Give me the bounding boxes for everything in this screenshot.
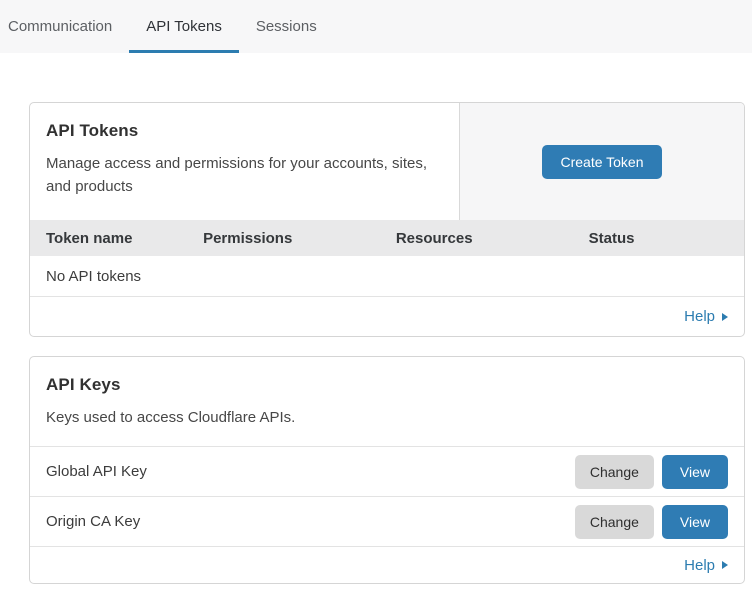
api-tokens-card-actions: Create Token [459,103,744,220]
api-key-label: Origin CA Key [46,513,575,530]
help-link-label: Help [684,557,715,574]
create-token-button[interactable]: Create Token [542,145,661,179]
view-button-origin-ca-key[interactable]: View [662,505,728,539]
tab-label: Communication [8,18,112,35]
tab-api-tokens[interactable]: API Tokens [129,0,239,53]
api-key-row-origin-ca: Origin CA Key Change View [30,497,744,547]
api-keys-card-title: API Keys [46,375,728,395]
view-button-global-api-key[interactable]: View [662,455,728,489]
page-content: API Tokens Manage access and permissions… [0,53,752,584]
column-header-status: Status [573,220,744,256]
api-tokens-help-link[interactable]: Help [684,308,728,325]
api-tokens-card-description: Manage access and permissions for your a… [46,152,443,198]
active-tab-underline [129,50,239,53]
api-keys-card-description: Keys used to access Cloudflare APIs. [46,406,451,429]
column-header-permissions: Permissions [187,220,380,256]
change-button-origin-ca-key[interactable]: Change [575,505,654,539]
help-arrow-icon [722,313,728,321]
api-key-row-global: Global API Key Change View [30,447,744,497]
api-key-actions: Change View [575,505,728,539]
api-keys-card-footer: Help [30,547,744,583]
api-keys-help-link[interactable]: Help [684,557,728,574]
tab-label: API Tokens [146,18,222,35]
api-tokens-card: API Tokens Manage access and permissions… [29,102,745,337]
api-tokens-empty-row: No API tokens [30,256,744,297]
api-keys-card-header: API Keys Keys used to access Cloudflare … [30,357,744,447]
api-tokens-card-title: API Tokens [46,121,443,141]
api-tokens-table-header-row: Token name Permissions Resources Status [30,220,744,256]
api-tokens-card-text: API Tokens Manage access and permissions… [30,103,459,220]
help-arrow-icon [722,561,728,569]
api-tokens-table: Token name Permissions Resources Status [30,220,744,256]
api-key-label: Global API Key [46,463,575,480]
empty-message: No API tokens [46,268,141,285]
column-header-token-name: Token name [30,220,187,256]
help-link-label: Help [684,308,715,325]
api-key-actions: Change View [575,455,728,489]
tab-communication[interactable]: Communication [8,0,129,53]
settings-tabbar: Communication API Tokens Sessions [0,0,752,53]
column-header-resources: Resources [380,220,573,256]
change-button-global-api-key[interactable]: Change [575,455,654,489]
tab-sessions[interactable]: Sessions [239,0,334,53]
tab-label: Sessions [256,18,317,35]
api-tokens-card-footer: Help [30,297,744,336]
api-keys-card: API Keys Keys used to access Cloudflare … [29,356,745,584]
api-tokens-card-header: API Tokens Manage access and permissions… [30,103,744,220]
